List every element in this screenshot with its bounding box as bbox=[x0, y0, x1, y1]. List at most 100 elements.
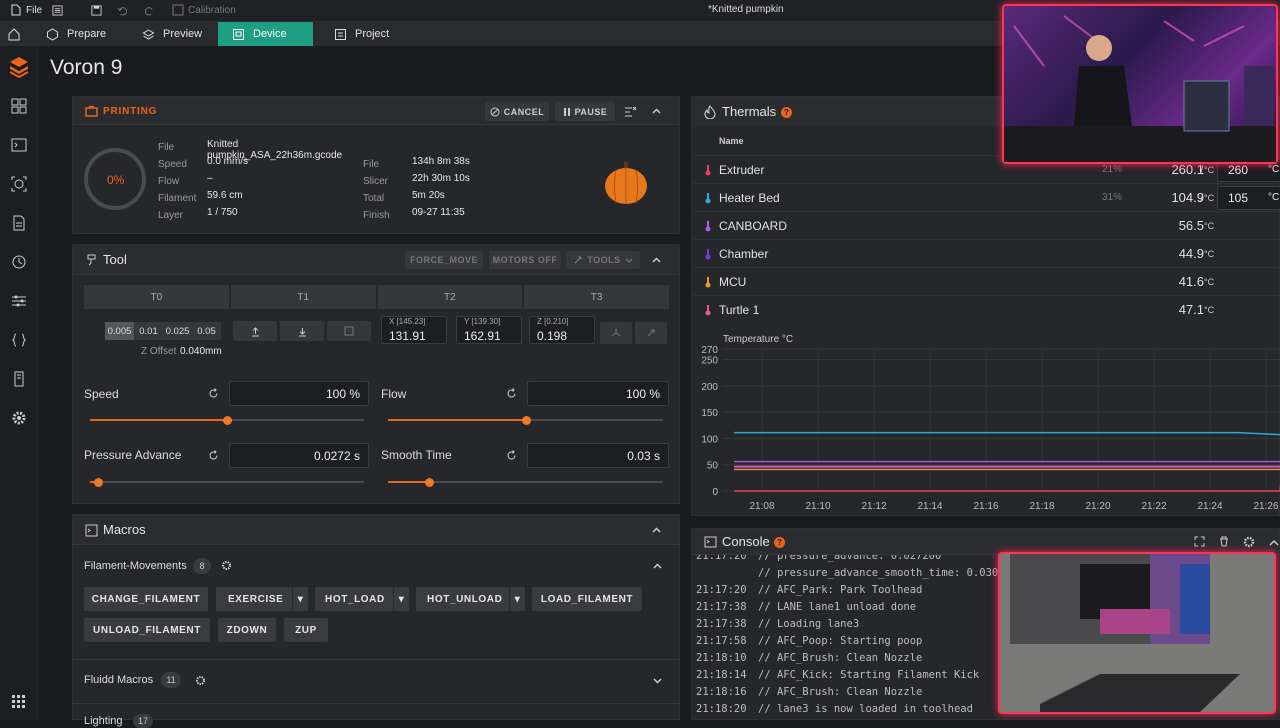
toolhead-tab-t3[interactable]: T3 bbox=[524, 285, 669, 309]
save-offset-button[interactable] bbox=[327, 321, 371, 341]
speed-slider-knob[interactable] bbox=[223, 415, 232, 425]
console-icon[interactable] bbox=[11, 137, 27, 153]
gear-icon[interactable] bbox=[195, 675, 206, 686]
motors-off-button[interactable]: MOTORS OFF bbox=[489, 251, 561, 269]
jobs-icon[interactable] bbox=[11, 215, 27, 231]
step-size-option[interactable]: 0.01 bbox=[134, 322, 163, 340]
zdown-button[interactable]: ZDOWN bbox=[218, 618, 276, 642]
collapse-chevron-icon[interactable] bbox=[651, 525, 662, 536]
tune-icon[interactable] bbox=[11, 293, 27, 309]
chevron-down-icon[interactable]: ▾ bbox=[509, 587, 525, 611]
step-size-option[interactable]: 0.005 bbox=[105, 322, 134, 340]
home-all-button[interactable] bbox=[600, 322, 632, 344]
settings-gear-icon[interactable] bbox=[11, 410, 27, 426]
dashboard-icon[interactable] bbox=[11, 98, 27, 114]
collapse-chevron-icon[interactable] bbox=[651, 255, 662, 266]
print-stat-row: Flow – bbox=[158, 173, 358, 187]
exercise-button[interactable]: EXERCISE ▾ bbox=[216, 587, 308, 611]
force-move-button[interactable]: FORCE_MOVE bbox=[405, 251, 483, 269]
divider bbox=[73, 659, 679, 660]
speed-input[interactable]: 100 % bbox=[229, 381, 369, 406]
chart-y-tick: 150 bbox=[701, 408, 718, 419]
toolhead-tab-t0[interactable]: T0 bbox=[84, 285, 229, 309]
reset-pa-icon[interactable] bbox=[208, 450, 219, 461]
help-icon[interactable]: ? bbox=[774, 537, 785, 548]
smooth-time-input[interactable]: 0.03 s bbox=[527, 443, 669, 468]
code-braces-icon[interactable] bbox=[11, 332, 27, 348]
chevron-down-icon[interactable]: ▾ bbox=[292, 587, 308, 611]
pa-slider-knob[interactable] bbox=[94, 477, 103, 487]
macro-group-lighting[interactable]: Lighting bbox=[84, 715, 123, 727]
chart-y-tick: 250 bbox=[701, 356, 718, 367]
redo-icon[interactable] bbox=[144, 5, 155, 16]
tab-prepare[interactable]: Prepare bbox=[32, 22, 120, 46]
cancel-button[interactable]: CANCEL bbox=[485, 102, 549, 121]
history-icon[interactable] bbox=[11, 254, 27, 270]
expand-chevron-icon[interactable] bbox=[652, 675, 663, 686]
thermometer-icon bbox=[705, 277, 711, 288]
reset-speed-icon[interactable] bbox=[208, 388, 219, 399]
pressure-advance-slider[interactable] bbox=[90, 477, 364, 487]
file-menu[interactable]: File bbox=[10, 4, 42, 16]
gear-icon[interactable] bbox=[221, 560, 232, 571]
system-icon[interactable] bbox=[11, 371, 27, 387]
apps-grid-icon[interactable] bbox=[11, 694, 27, 710]
macro-group-filament[interactable]: Filament-Movements bbox=[84, 560, 187, 572]
load-filament-button[interactable]: LOAD_FILAMENT bbox=[532, 587, 642, 611]
tab-project[interactable]: Project bbox=[320, 22, 403, 46]
unload-filament-button[interactable]: UNLOAD_FILAMENT bbox=[84, 618, 210, 642]
y-position-field[interactable]: 162.91 Y [139.30] bbox=[456, 316, 522, 344]
project-icon bbox=[335, 28, 346, 40]
hot-load-button[interactable]: HOT_LOAD ▾ bbox=[315, 587, 409, 611]
calibration-menu[interactable]: Calibration bbox=[172, 4, 236, 16]
console-title: Console bbox=[722, 534, 770, 549]
collapse-chevron-icon[interactable] bbox=[1269, 538, 1279, 548]
hot-unload-button[interactable]: HOT_UNLOAD ▾ bbox=[416, 587, 525, 611]
collapse-chevron-icon[interactable] bbox=[652, 561, 663, 572]
reset-smooth-icon[interactable] bbox=[506, 450, 517, 461]
flow-slider-knob[interactable] bbox=[522, 415, 531, 425]
expand-button[interactable] bbox=[635, 322, 667, 344]
thermometer-icon bbox=[705, 165, 711, 176]
macros-panel: Macros Filament-Movements 8 CHANGE_FILAM… bbox=[72, 514, 680, 728]
tools-dropdown[interactable]: TOOLS bbox=[566, 251, 640, 269]
x-position-field[interactable]: 131.91 X [145.23] bbox=[381, 316, 447, 344]
zup-button[interactable]: ZUP bbox=[284, 618, 328, 642]
reset-flow-icon[interactable] bbox=[506, 388, 517, 399]
collapse-chevron-icon[interactable] bbox=[651, 106, 662, 117]
z-down-button[interactable] bbox=[280, 321, 324, 341]
menu-icon[interactable] bbox=[52, 5, 63, 16]
tab-device[interactable]: Device bbox=[218, 22, 313, 46]
step-size-option[interactable]: 0.025 bbox=[163, 322, 192, 340]
pause-icon bbox=[563, 107, 570, 116]
help-icon[interactable]: ? bbox=[781, 107, 792, 118]
chevron-down-icon[interactable]: ▾ bbox=[393, 587, 409, 611]
home-icon[interactable] bbox=[7, 27, 21, 41]
camera-icon[interactable] bbox=[11, 176, 27, 192]
smooth-slider-knob[interactable] bbox=[425, 477, 434, 487]
toolhead-tab-t1[interactable]: T1 bbox=[230, 285, 376, 309]
pause-button[interactable]: PAUSE bbox=[555, 102, 615, 121]
speed-slider[interactable] bbox=[90, 415, 364, 425]
current-temp: 104.9 bbox=[1171, 190, 1204, 205]
toolhead-tab-t2[interactable]: T2 bbox=[377, 285, 523, 309]
target-temp-input[interactable]: 105 °C bbox=[1217, 186, 1280, 210]
step-size-option[interactable]: 0.05 bbox=[192, 322, 221, 340]
flow-slider[interactable] bbox=[388, 415, 663, 425]
print-stat-row: Finish 09-27 11:35 bbox=[363, 207, 523, 221]
console-message: // AFC_Brush: Clean Nozzle bbox=[758, 652, 923, 664]
macro-group-fluidd[interactable]: Fluidd Macros bbox=[84, 674, 153, 686]
z-position-field[interactable]: 0.198 Z [0.210] bbox=[529, 316, 595, 344]
save-icon[interactable] bbox=[91, 5, 102, 16]
pressure-advance-input[interactable]: 0.0272 s bbox=[229, 443, 369, 468]
gear-icon[interactable] bbox=[1243, 536, 1255, 548]
trash-icon[interactable] bbox=[1219, 536, 1229, 547]
smooth-time-slider[interactable] bbox=[388, 477, 663, 487]
z-up-button[interactable] bbox=[233, 321, 277, 341]
tab-preview[interactable]: Preview bbox=[128, 22, 216, 46]
fullscreen-icon[interactable] bbox=[1194, 536, 1205, 547]
undo-icon[interactable] bbox=[117, 5, 128, 16]
change-filament-button[interactable]: CHANGE_FILAMENT bbox=[84, 587, 208, 611]
flow-input[interactable]: 100 % bbox=[527, 381, 669, 406]
exclude-objects-icon[interactable] bbox=[624, 105, 637, 118]
